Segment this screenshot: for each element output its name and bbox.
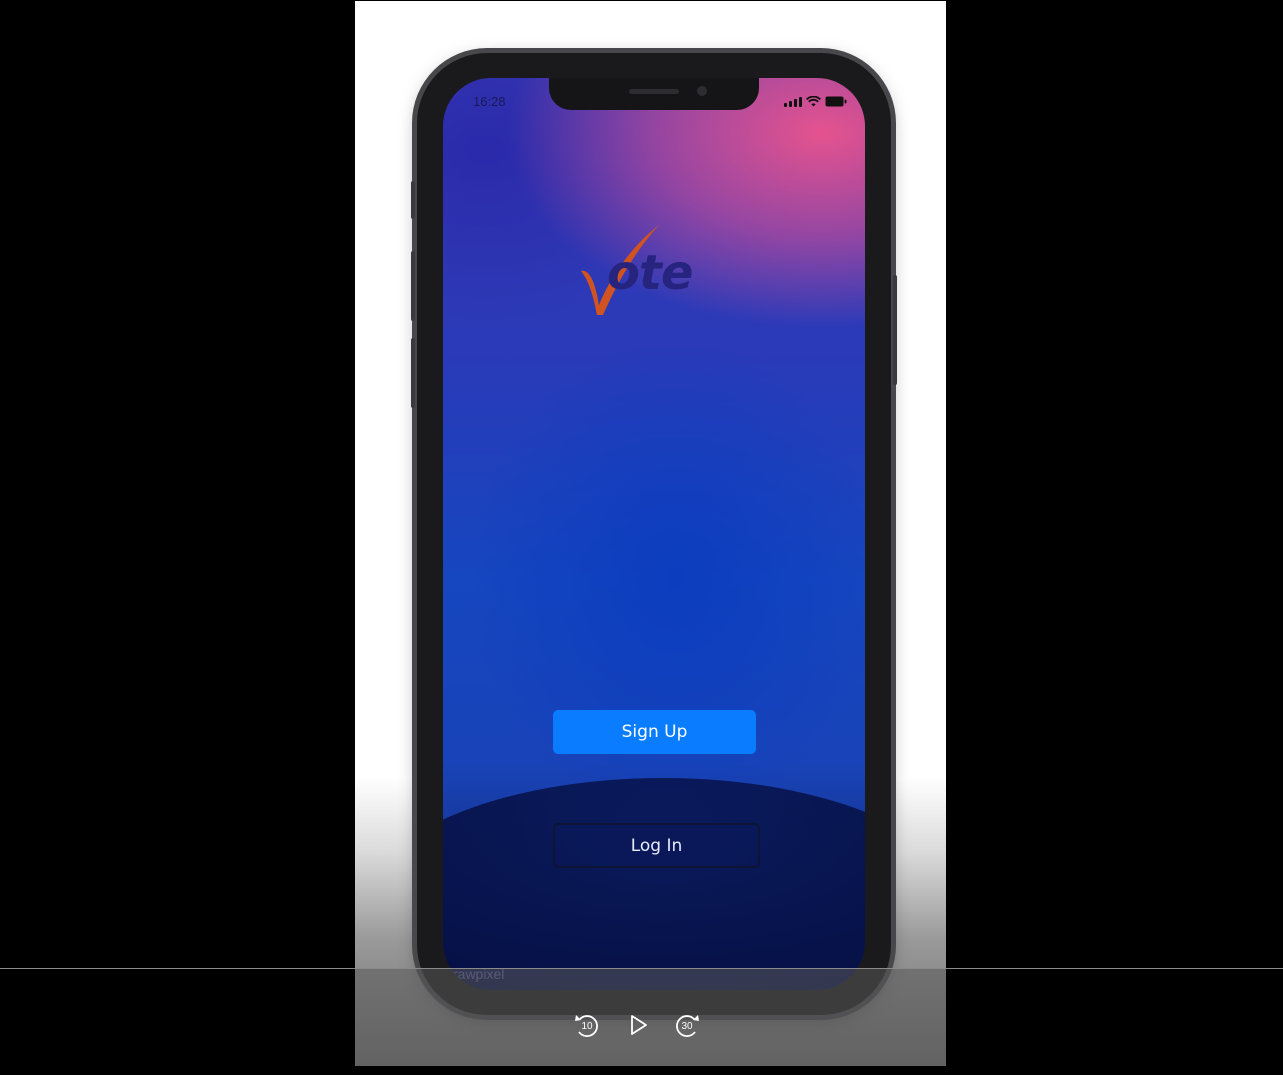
phone-volume-down-button bbox=[411, 338, 415, 408]
phone-screen: 16:28 ote Sign Up Log In rawpixel bbox=[443, 78, 865, 990]
cellular-signal-icon bbox=[784, 96, 802, 107]
forward-seconds-label: 30 bbox=[681, 1021, 693, 1032]
vote-logo: ote bbox=[581, 223, 731, 318]
phone-volume-up-button bbox=[411, 251, 415, 321]
watermark: rawpixel bbox=[453, 966, 505, 982]
phone-mockup: 16:28 ote Sign Up Log In rawpixel bbox=[411, 53, 897, 1015]
speaker-grille bbox=[629, 89, 679, 94]
play-icon bbox=[631, 1015, 647, 1035]
rewind-10-button[interactable]: 10 bbox=[572, 1010, 602, 1040]
sign-up-button[interactable]: Sign Up bbox=[553, 710, 756, 754]
battery-icon bbox=[825, 96, 847, 107]
wifi-icon bbox=[806, 96, 821, 107]
phone-side-button bbox=[411, 181, 415, 219]
status-icons bbox=[784, 96, 847, 107]
front-camera bbox=[697, 86, 707, 96]
phone-notch bbox=[549, 78, 759, 110]
status-time: 16:28 bbox=[473, 94, 506, 109]
logo-wordmark: ote bbox=[607, 245, 693, 301]
play-button[interactable] bbox=[623, 1010, 653, 1040]
log-in-button[interactable]: Log In bbox=[553, 823, 760, 868]
phone-power-button bbox=[893, 275, 897, 385]
video-frame: 16:28 ote Sign Up Log In rawpixel bbox=[355, 1, 946, 1066]
forward-30-button[interactable]: 30 bbox=[672, 1010, 702, 1040]
rewind-seconds-label: 10 bbox=[581, 1021, 593, 1032]
